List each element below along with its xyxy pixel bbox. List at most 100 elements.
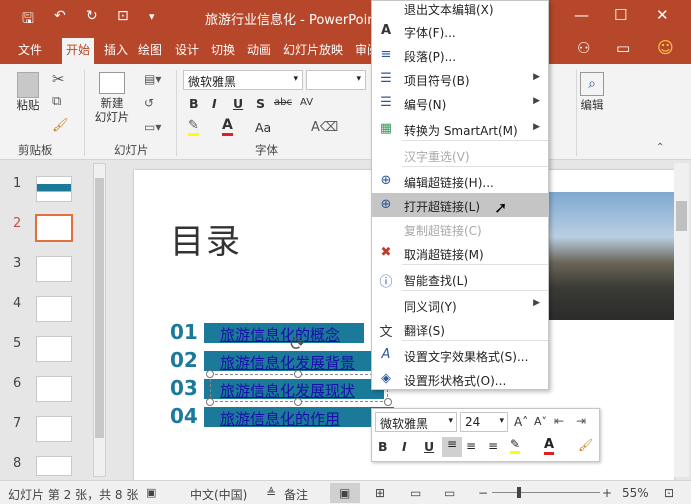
menu-item-translate[interactable]: 文翻译(S) xyxy=(372,317,548,341)
tab-draw[interactable]: 绘图 xyxy=(138,41,162,58)
slide-photo[interactable] xyxy=(534,192,674,320)
resize-handle[interactable] xyxy=(384,398,392,406)
thumbnail-scrollbar[interactable] xyxy=(93,163,106,477)
resize-handle[interactable] xyxy=(206,370,214,378)
thumbnail-slide-1[interactable] xyxy=(36,176,72,202)
tab-file[interactable]: 文件 xyxy=(18,41,42,58)
maximize-icon[interactable]: ☐ xyxy=(614,6,627,24)
mini-font-color-icon[interactable]: A xyxy=(544,437,555,455)
mini-underline-button[interactable]: U xyxy=(424,439,434,454)
edit-button[interactable]: ⌕ 编辑 xyxy=(578,72,606,112)
underline-button[interactable]: U xyxy=(233,96,243,111)
mini-font-name[interactable]: 微软雅黑 ▾ xyxy=(375,412,457,432)
align-center-icon[interactable]: ≡ xyxy=(466,439,476,453)
thumbnail-slide-5[interactable] xyxy=(36,336,72,362)
tab-home[interactable]: 开始 xyxy=(62,38,95,64)
menu-item-paragraph[interactable]: ≡ 段落(P)... xyxy=(372,43,548,67)
font-color-icon[interactable]: A xyxy=(222,117,233,136)
font-size-box[interactable]: ▾ xyxy=(306,70,366,90)
menu-item-bullets[interactable]: ☰ 项目符号(B) ▶ xyxy=(372,67,548,91)
item-link[interactable]: 旅游信息化的作用 xyxy=(220,408,340,429)
shrink-font-icon[interactable]: A˅ xyxy=(534,415,547,428)
undo-icon[interactable]: ↶ xyxy=(54,8,66,24)
section-icon[interactable]: ▭▾ xyxy=(144,120,161,134)
thumbnail-slide-7[interactable] xyxy=(36,416,72,442)
font-name-box[interactable]: 微软雅黑 ▾ xyxy=(183,70,303,90)
slide-scrollbar[interactable] xyxy=(674,163,689,477)
menu-item-shape-format[interactable]: ◈ 设置形状格式(O)... xyxy=(372,367,548,391)
tab-design[interactable]: 设计 xyxy=(175,41,199,58)
present-icon[interactable]: ⊡ xyxy=(117,8,129,24)
save-icon[interactable]: 🖫 xyxy=(22,8,34,32)
redo-icon[interactable]: ↻ xyxy=(86,8,98,24)
cut-icon[interactable]: ✂ xyxy=(52,70,65,88)
spacing-button[interactable]: AV xyxy=(300,97,313,108)
slide-title[interactable]: 目录 xyxy=(170,214,242,263)
resize-handle[interactable] xyxy=(206,398,214,406)
zoom-slider-thumb[interactable] xyxy=(517,487,521,498)
thumbnail-slide-8[interactable] xyxy=(36,456,72,476)
change-case-button[interactable]: Aa xyxy=(255,120,271,135)
minimize-icon[interactable]: — xyxy=(574,6,589,24)
mini-bold-button[interactable]: B xyxy=(378,439,388,454)
thumbnail-slide-3[interactable] xyxy=(36,256,72,282)
notes-icon[interactable]: ≜ xyxy=(266,486,276,500)
resize-handle[interactable] xyxy=(294,398,302,406)
mini-font-size[interactable]: 24 ▾ xyxy=(460,412,508,432)
notes-button[interactable]: 备注 xyxy=(284,486,308,503)
item-link[interactable]: 旅游信息化的概念 xyxy=(220,324,340,345)
smiley-icon[interactable]: ☺ xyxy=(657,38,674,57)
sorter-view-icon[interactable]: ⊞ xyxy=(375,486,385,500)
strikethrough-button[interactable]: abc xyxy=(274,97,292,108)
language-indicator[interactable]: 中文(中国) xyxy=(190,486,247,503)
thumbnail-slide-2[interactable] xyxy=(35,214,73,242)
menu-item-smartart[interactable]: ▦ 转换为 SmartArt(M) ▶ xyxy=(372,117,548,141)
menu-item-font[interactable]: A 字体(F)... xyxy=(372,19,548,43)
menu-item-open-hyperlink[interactable]: ⊕ 打开超链接(L) xyxy=(372,193,548,217)
thumbnail-slide-6[interactable] xyxy=(36,376,72,402)
zoom-level[interactable]: 55% xyxy=(622,486,649,500)
zoom-slider[interactable] xyxy=(492,487,600,498)
clear-format-icon[interactable]: A⌫ xyxy=(311,120,338,135)
tab-slideshow[interactable]: 幻灯片放映 xyxy=(283,41,343,58)
item-link[interactable]: 旅游信息化发展背景 xyxy=(220,352,355,373)
menu-item-edit-hyperlink[interactable]: ⊕ 编辑超链接(H)... xyxy=(372,169,548,193)
zoom-out-icon[interactable]: − xyxy=(478,486,488,500)
slideshow-view-icon[interactable]: ▭ xyxy=(444,486,455,500)
grow-font-icon[interactable]: A˄ xyxy=(514,415,528,429)
italic-button[interactable]: I xyxy=(212,96,217,111)
user-icon[interactable]: ⚇ xyxy=(577,39,590,57)
slide-scrollbar-thumb[interactable] xyxy=(676,201,687,231)
align-left-icon[interactable]: ≡ xyxy=(442,437,462,457)
comment-icon[interactable]: ▭ xyxy=(616,39,630,57)
new-slide-button[interactable]: 新建 幻灯片 xyxy=(90,72,134,124)
menu-item-numbering[interactable]: ☰ 编号(N) ▶ xyxy=(372,91,548,115)
align-right-icon[interactable]: ≡ xyxy=(488,439,498,453)
increase-indent-icon[interactable]: ⇥ xyxy=(576,414,586,428)
mini-format-painter-icon[interactable]: 🖌 xyxy=(578,438,593,452)
mini-italic-button[interactable]: I xyxy=(402,439,407,454)
reading-view-icon[interactable]: ▭ xyxy=(410,486,421,500)
spellcheck-icon[interactable]: ▣ xyxy=(146,486,156,499)
copy-icon[interactable]: ⧉ xyxy=(52,94,61,109)
fit-slide-icon[interactable]: ⊡ xyxy=(664,486,674,500)
mini-highlight-icon[interactable]: ✎ xyxy=(510,437,521,454)
menu-item-smart-lookup[interactable]: ⓘ 智能查找(L) xyxy=(372,267,548,291)
decrease-indent-icon[interactable]: ⇤ xyxy=(554,414,564,428)
more-icon[interactable]: ▾ xyxy=(149,10,155,23)
layout-icon[interactable]: ▤▾ xyxy=(144,72,161,86)
shadow-button[interactable]: S xyxy=(256,96,265,111)
tab-insert[interactable]: 插入 xyxy=(104,41,128,58)
rotate-handle-icon[interactable]: ⟳ xyxy=(290,334,305,355)
menu-item-remove-hyperlink[interactable]: ✖ 取消超链接(M) xyxy=(372,241,548,265)
close-icon[interactable]: ✕ xyxy=(656,6,669,24)
menu-item-exit-edit[interactable]: 退出文本编辑(X) xyxy=(372,0,548,20)
reset-icon[interactable]: ↺ xyxy=(144,96,154,110)
bold-button[interactable]: B xyxy=(189,96,199,111)
collapse-ribbon-icon[interactable]: ⌃ xyxy=(656,142,664,153)
tab-animations[interactable]: 动画 xyxy=(247,41,271,58)
resize-handle[interactable] xyxy=(294,370,302,378)
paste-button[interactable]: 粘贴 xyxy=(8,72,48,112)
highlight-icon[interactable]: ✎ xyxy=(188,118,199,136)
tab-transitions[interactable]: 切换 xyxy=(211,41,235,58)
